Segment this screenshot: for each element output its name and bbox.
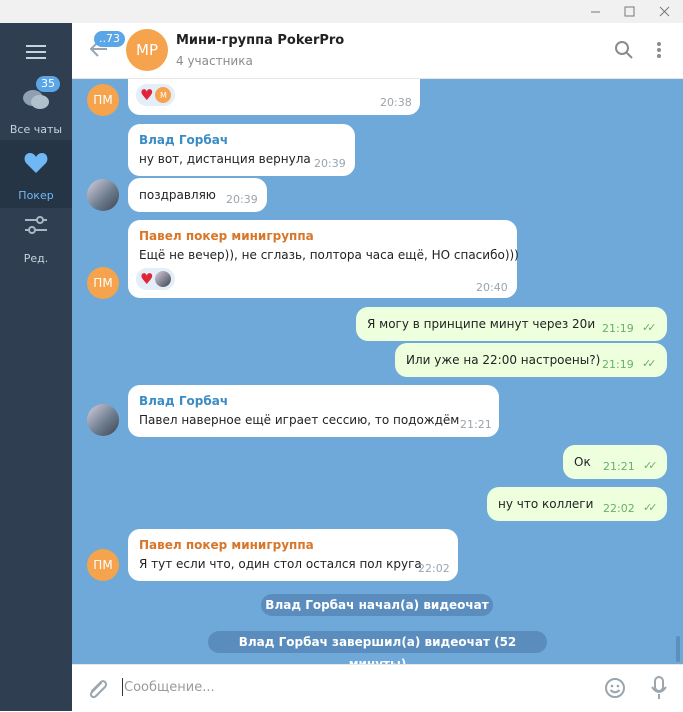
message-time: 22:02 bbox=[418, 562, 450, 575]
message-time: 21:19 bbox=[602, 358, 634, 371]
folder-label: Все чаты bbox=[9, 123, 63, 136]
folder-poker[interactable]: Покер bbox=[0, 140, 72, 208]
message-text: ну вот, дистанция вернула bbox=[139, 152, 311, 166]
reactor-avatar: М bbox=[155, 87, 172, 103]
read-checkmarks-icon: ✓✓ bbox=[642, 321, 657, 334]
message-time: 20:39 bbox=[314, 157, 346, 170]
message-time: 20:40 bbox=[476, 281, 508, 294]
more-vertical-icon[interactable] bbox=[656, 41, 662, 63]
service-message: Влад Горбач начал(а) видеочат bbox=[261, 594, 493, 616]
message-text: Ещё не вечер)), не сглазь, полтора часа … bbox=[139, 248, 519, 262]
read-checkmarks-icon: ✓✓ bbox=[643, 501, 658, 514]
message-text: Я могу в принципе минут через 20и bbox=[367, 317, 596, 331]
message-input[interactable]: Сообщение... bbox=[124, 680, 215, 695]
group-avatar[interactable]: MP bbox=[126, 29, 168, 71]
message-text: Я тут если что, один стол остался пол кр… bbox=[139, 557, 422, 571]
folder-label: Ред. bbox=[23, 252, 49, 265]
message-bubble-outgoing[interactable]: Ок 21:21 ✓✓ bbox=[563, 445, 667, 479]
read-checkmarks-icon: ✓✓ bbox=[642, 357, 657, 370]
message-time: 21:19 bbox=[602, 322, 634, 335]
member-count: 4 участника bbox=[176, 54, 253, 68]
message-time: 21:21 bbox=[460, 418, 492, 431]
microphone-icon[interactable] bbox=[650, 676, 668, 704]
message-text: Ок bbox=[574, 455, 591, 469]
message-bubble-outgoing[interactable]: ну что коллеги 22:02 ✓✓ bbox=[487, 487, 667, 521]
folders-sidebar: 35 Все чаты Покер Ред. bbox=[0, 23, 72, 711]
message-time: 22:02 bbox=[603, 502, 635, 515]
message-time: 21:21 bbox=[603, 460, 635, 473]
heart-reaction-icon: ♥ bbox=[140, 270, 154, 288]
service-message: Влад Горбач завершил(а) видеочат (52 мин… bbox=[208, 631, 547, 664]
paperclip-icon[interactable] bbox=[86, 677, 108, 705]
message-time: 20:39 bbox=[226, 193, 258, 206]
sender-avatar[interactable] bbox=[87, 404, 119, 436]
message-bubble[interactable]: поздравляю 20:39 bbox=[128, 178, 267, 212]
sender-avatar[interactable]: ПМ bbox=[87, 549, 119, 581]
message-bubble[interactable]: Влад Горбач Павел наверное ещё играет се… bbox=[128, 385, 499, 437]
text-caret bbox=[122, 678, 123, 696]
window-titlebar bbox=[0, 0, 683, 23]
folder-label: Покер bbox=[18, 189, 54, 202]
message-text: Павел наверное ещё играет сессию, то под… bbox=[139, 413, 460, 427]
sender-avatar[interactable] bbox=[87, 179, 119, 211]
sender-name[interactable]: Павел покер минигруппа bbox=[139, 538, 314, 552]
reactor-avatar bbox=[155, 271, 172, 287]
folder-edit[interactable]: Ред. bbox=[0, 203, 72, 271]
sender-avatar[interactable]: ПМ bbox=[87, 267, 119, 299]
minimize-icon[interactable] bbox=[578, 0, 612, 23]
folder-all-chats[interactable]: 35 Все чаты bbox=[0, 76, 72, 142]
sender-avatar[interactable]: ПМ bbox=[87, 84, 119, 116]
maximize-icon[interactable] bbox=[612, 0, 646, 23]
reactions[interactable]: ♥ bbox=[136, 268, 176, 290]
sender-name[interactable]: Влад Горбач bbox=[139, 394, 228, 408]
message-composer: Сообщение... bbox=[72, 664, 683, 712]
sender-name[interactable]: Павел покер минигруппа bbox=[139, 229, 314, 243]
chat-title[interactable]: Мини-группа PokerPro bbox=[176, 33, 344, 48]
message-text: Или уже на 22:00 настроены?) bbox=[406, 353, 601, 367]
message-bubble-outgoing[interactable]: Я могу в принципе минут через 20и 21:19 … bbox=[356, 307, 667, 341]
message-bubble[interactable]: Влад Горбач ну вот, дистанция вернула 20… bbox=[128, 124, 355, 176]
emoji-icon[interactable] bbox=[604, 677, 626, 703]
heart-reaction-icon: ♥ bbox=[140, 86, 154, 104]
heart-icon bbox=[24, 152, 48, 177]
message-bubble[interactable]: ♥ М 20:38 bbox=[128, 79, 420, 115]
menu-icon[interactable] bbox=[26, 44, 46, 64]
sender-name[interactable]: Влад Горбач bbox=[139, 133, 228, 147]
chat-header: ..73 MP Мини-группа PokerPro 4 участника bbox=[72, 23, 683, 79]
message-time: 20:38 bbox=[380, 96, 412, 109]
close-icon[interactable] bbox=[647, 0, 681, 23]
search-icon[interactable] bbox=[615, 41, 633, 63]
reactions[interactable]: ♥ М bbox=[136, 84, 176, 106]
message-list[interactable]: ♥ М 20:38 ПМ Влад Горбач ну вот, дистанц… bbox=[72, 79, 683, 664]
scrollbar[interactable] bbox=[676, 636, 680, 662]
unread-badge: ..73 bbox=[94, 31, 125, 47]
message-text: ну что коллеги bbox=[498, 497, 594, 511]
sliders-icon bbox=[25, 215, 47, 238]
unread-badge: 35 bbox=[36, 76, 60, 92]
message-bubble-outgoing[interactable]: Или уже на 22:00 настроены?) 21:19 ✓✓ bbox=[395, 343, 667, 377]
message-bubble[interactable]: Павел покер минигруппа Ещё не вечер)), н… bbox=[128, 220, 519, 298]
message-bubble[interactable]: Павел покер минигруппа Я тут если что, о… bbox=[128, 529, 458, 581]
chats-icon bbox=[22, 88, 50, 115]
read-checkmarks-icon: ✓✓ bbox=[643, 459, 658, 472]
message-text: поздравляю bbox=[139, 188, 216, 202]
